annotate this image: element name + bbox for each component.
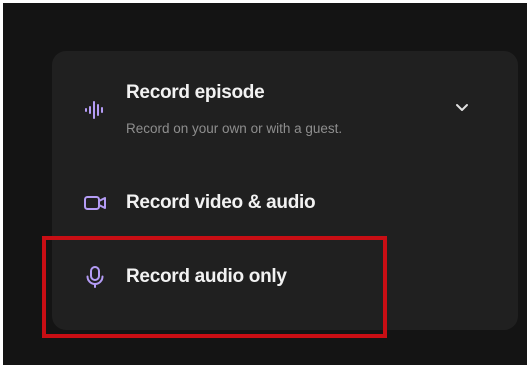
record-audio-only-option[interactable]: Record audio only: [52, 243, 518, 313]
record-episode-option[interactable]: Record episode Record on your own or wit…: [52, 51, 518, 157]
video-camera-icon: [84, 196, 106, 210]
record-video-audio-option[interactable]: Record video & audio: [52, 173, 518, 231]
record-audio-only-title: Record audio only: [126, 266, 287, 287]
record-video-audio-title: Record video & audio: [126, 192, 316, 213]
record-episode-title: Record episode: [126, 82, 265, 103]
chevron-down-icon[interactable]: [452, 101, 472, 115]
microphone-icon: [86, 266, 104, 288]
record-options-menu: Record episode Record on your own or wit…: [52, 51, 518, 330]
app-screen: Record episode Record on your own or wit…: [3, 3, 527, 365]
record-episode-subtitle: Record on your own or with a guest.: [126, 121, 343, 136]
waveform-icon: [85, 101, 103, 119]
